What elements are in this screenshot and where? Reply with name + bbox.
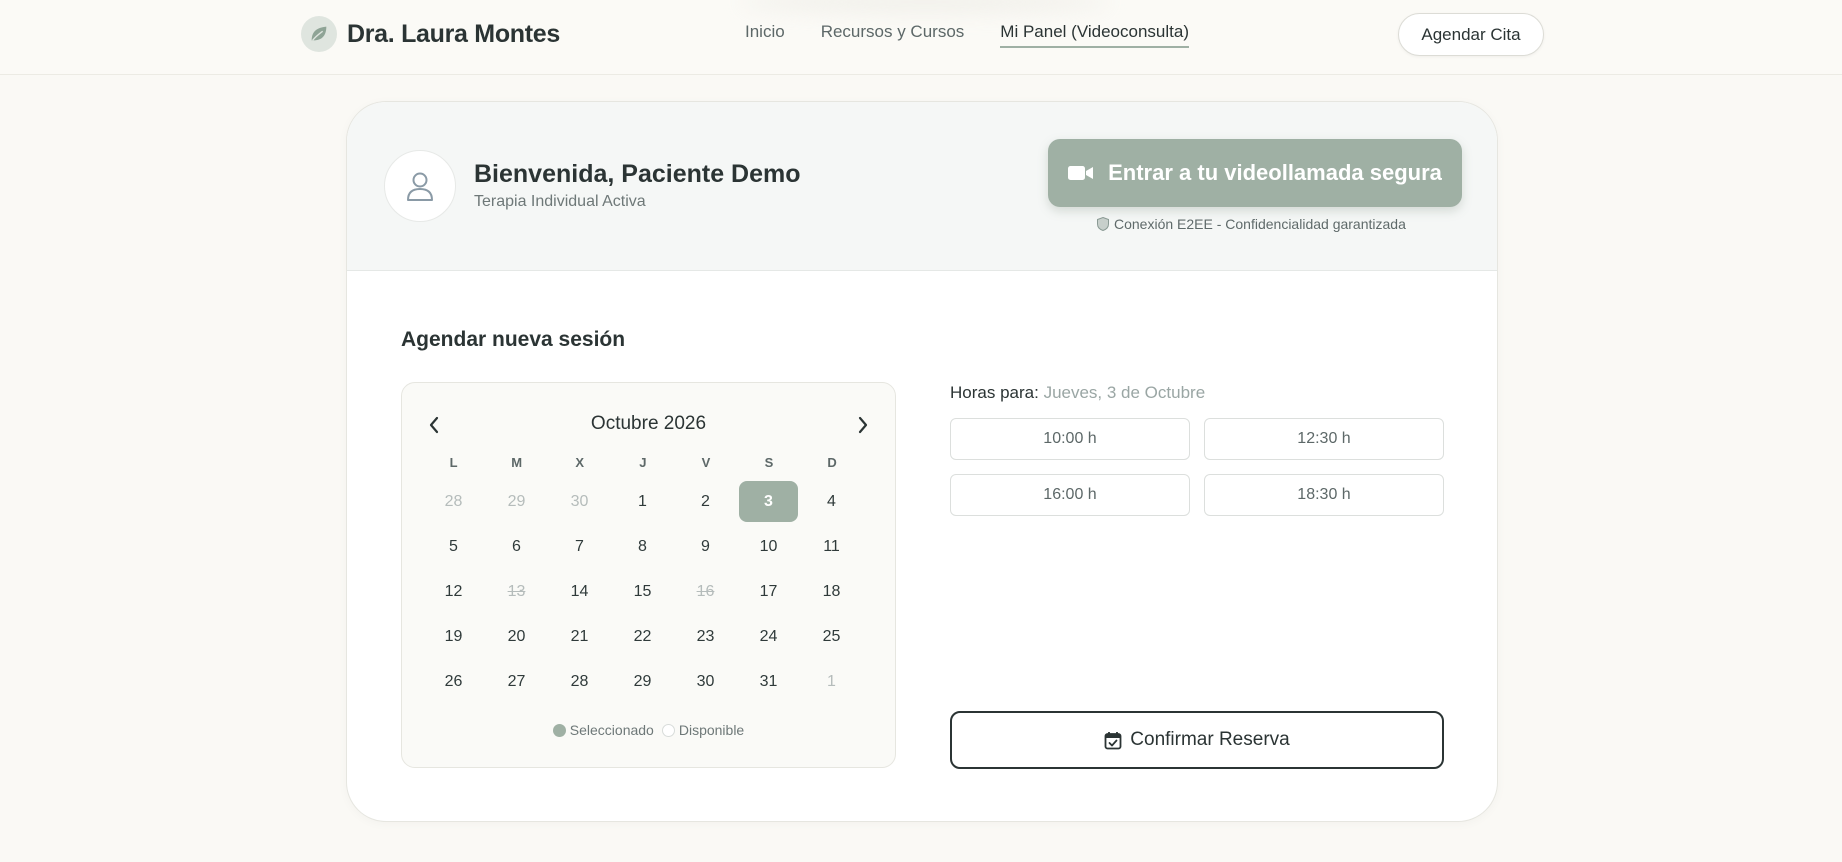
- calendar-week: 5 6 7 8 9 10 11: [422, 524, 864, 569]
- calendar-day: 13: [507, 582, 526, 600]
- calendar-grid: L M X J V S D 28 29 30 1 2 3 4 5 6 7 8 9…: [422, 455, 864, 704]
- confirm-booking-button[interactable]: Confirmar Reserva: [950, 711, 1444, 769]
- calendar-week: 26 27 28 29 30 31 1: [422, 659, 864, 704]
- confirm-booking-label: Confirmar Reserva: [1130, 729, 1290, 750]
- hours-heading: Horas para: Jueves, 3 de Octubre: [950, 383, 1205, 403]
- calendar-legend: Seleccionado Disponible: [402, 722, 895, 738]
- calendar-day[interactable]: 12: [424, 571, 483, 612]
- nav-item-mi-panel[interactable]: Mi Panel (Videoconsulta): [1000, 22, 1189, 48]
- calendar-day[interactable]: 15: [613, 571, 672, 612]
- legend-available-label: Disponible: [678, 722, 745, 738]
- join-video-call-label: Entrar a tu videollamada segura: [1108, 160, 1442, 185]
- calendar-day[interactable]: 20: [487, 616, 546, 657]
- profile-banner: Bienvenida, Paciente Demo Terapia Indivi…: [347, 102, 1497, 271]
- calendar-day[interactable]: 19: [424, 616, 483, 657]
- nav-glow: [740, 0, 1110, 14]
- calendar-week: 28 29 30 1 2 3 4: [422, 479, 864, 524]
- time-slot-button[interactable]: 10:00 h: [950, 418, 1190, 460]
- calendar-month-label: Octubre 2026: [590, 413, 707, 434]
- calendar-day[interactable]: 7: [550, 526, 609, 567]
- hours-label: Horas para:: [950, 383, 1039, 402]
- weekday-label: L: [449, 455, 458, 470]
- time-slot-button[interactable]: 16:00 h: [950, 474, 1190, 516]
- main-nav: Inicio Recursos y Cursos Mi Panel (Video…: [745, 22, 1225, 48]
- chevron-right-icon: [858, 416, 868, 434]
- nav-item-inicio[interactable]: Inicio: [745, 22, 785, 48]
- hours-selected-date: Jueves, 3 de Octubre: [1043, 383, 1206, 402]
- legend-selected-label: Seleccionado: [569, 722, 654, 738]
- calendar-day[interactable]: 8: [613, 526, 672, 567]
- selected-dot-icon: [552, 723, 566, 737]
- calendar-day[interactable]: 27: [487, 661, 546, 702]
- calendar-day: 16: [696, 582, 715, 600]
- calendar-check-icon: [1104, 731, 1122, 750]
- calendar-day: 28: [444, 492, 463, 510]
- calendar-day: 1: [827, 672, 836, 690]
- calendar-day-selected[interactable]: 3: [739, 481, 798, 522]
- calendar-day[interactable]: 29: [613, 661, 672, 702]
- security-note-text: Conexión E2EE - Confidencialidad garanti…: [1114, 216, 1406, 232]
- next-month-button[interactable]: [849, 411, 877, 439]
- calendar-day[interactable]: 30: [676, 661, 735, 702]
- available-dot-icon: [661, 723, 675, 737]
- calendar-day[interactable]: 18: [802, 571, 861, 612]
- weekday-label: M: [511, 455, 523, 470]
- weekday-label: J: [639, 455, 647, 470]
- time-slot-button[interactable]: 12:30 h: [1204, 418, 1444, 460]
- user-icon: [384, 150, 456, 222]
- legend-selected: Seleccionado: [552, 722, 654, 738]
- calendar-day: 30: [570, 492, 589, 510]
- calendar-day[interactable]: 25: [802, 616, 861, 657]
- calendar-day[interactable]: 23: [676, 616, 735, 657]
- weekday-label: D: [827, 455, 837, 470]
- calendar-day[interactable]: 31: [739, 661, 798, 702]
- booking-calendar: Octubre 2026 L M X J V S D 28 29 30 1 2: [401, 382, 896, 768]
- calendar-day[interactable]: 28: [550, 661, 609, 702]
- calendar-day[interactable]: 9: [676, 526, 735, 567]
- weekday-label: X: [575, 455, 585, 470]
- patient-panel-card: Bienvenida, Paciente Demo Terapia Indivi…: [346, 101, 1498, 822]
- calendar-day[interactable]: 10: [739, 526, 798, 567]
- therapy-status: Terapia Individual Activa: [474, 193, 646, 210]
- calendar-day: 29: [507, 492, 526, 510]
- brand-name: Dra. Laura Montes: [347, 19, 561, 48]
- weekday-label: S: [764, 455, 774, 470]
- top-header: Dra. Laura Montes Inicio Recursos y Curs…: [0, 0, 1842, 75]
- time-slots: 10:00 h 12:30 h 16:00 h 18:30 h: [950, 418, 1444, 516]
- calendar-day[interactable]: 6: [487, 526, 546, 567]
- calendar-weeks: 28 29 30 1 2 3 4 5 6 7 8 9 10 11 12 13 1…: [422, 479, 864, 704]
- time-slot-button[interactable]: 18:30 h: [1204, 474, 1444, 516]
- video-camera-icon: [1068, 164, 1094, 182]
- join-video-call-button[interactable]: Entrar a tu videollamada segura: [1048, 139, 1462, 207]
- calendar-day[interactable]: 11: [802, 526, 861, 567]
- calendar-day[interactable]: 24: [739, 616, 798, 657]
- calendar-week: 12 13 14 15 16 17 18: [422, 569, 864, 614]
- calendar-day[interactable]: 17: [739, 571, 798, 612]
- calendar-week: 19 20 21 22 23 24 25: [422, 614, 864, 659]
- calendar-day[interactable]: 5: [424, 526, 483, 567]
- shield-icon: [1097, 217, 1109, 231]
- brand[interactable]: Dra. Laura Montes: [301, 16, 560, 52]
- nav-item-recursos[interactable]: Recursos y Cursos: [821, 22, 965, 48]
- weekday-header: L M X J V S D: [422, 455, 864, 479]
- booking-section-title: Agendar nueva sesión: [401, 328, 626, 351]
- legend-available: Disponible: [661, 722, 745, 738]
- calendar-day[interactable]: 4: [802, 481, 861, 522]
- weekday-label: V: [701, 455, 711, 470]
- calendar-day[interactable]: 26: [424, 661, 483, 702]
- calendar-day[interactable]: 2: [676, 481, 735, 522]
- welcome-heading: Bienvenida, Paciente Demo: [474, 160, 801, 188]
- calendar-day[interactable]: 14: [550, 571, 609, 612]
- leaf-icon: [301, 16, 337, 52]
- calendar-day[interactable]: 22: [613, 616, 672, 657]
- security-note: Conexión E2EE - Confidencialidad garanti…: [1097, 216, 1406, 232]
- agendar-cita-button[interactable]: Agendar Cita: [1398, 13, 1544, 56]
- calendar-day[interactable]: 1: [613, 481, 672, 522]
- calendar-day[interactable]: 21: [550, 616, 609, 657]
